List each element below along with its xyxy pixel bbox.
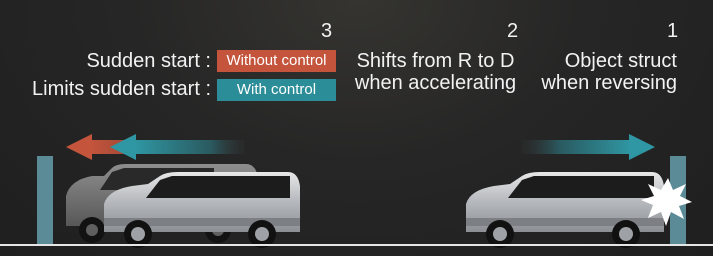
ground-line: [0, 244, 713, 246]
scene-illustration: [0, 134, 713, 248]
diagram-stage: 3 2 1 Sudden start : Without control Lim…: [0, 0, 713, 256]
arrow-right: [521, 134, 655, 160]
arrow-left-with-control: [110, 134, 244, 160]
wall-left: [37, 156, 53, 246]
van-right: [466, 172, 664, 248]
